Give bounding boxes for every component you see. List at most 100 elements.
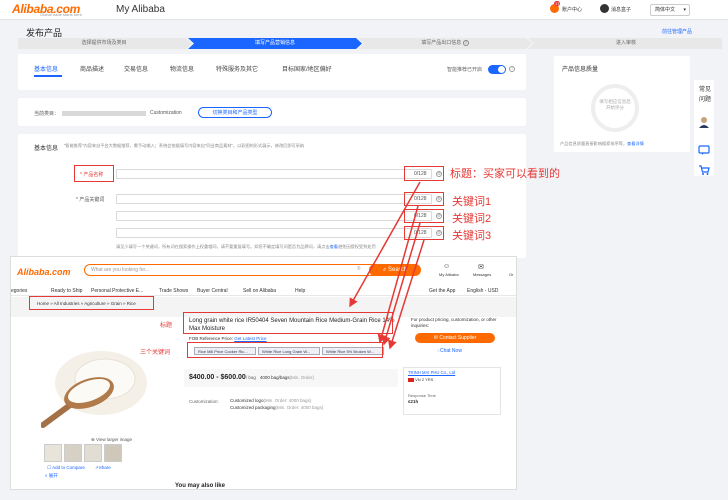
- thumbnail-3[interactable]: [84, 444, 102, 462]
- price-unit: / bag: [245, 375, 256, 380]
- keyword-label: * 产品关键词: [76, 197, 105, 203]
- annotation-preview-title: 标题: [160, 323, 173, 329]
- contact-supplier-button[interactable]: ✉ Contact Supplier: [415, 333, 495, 343]
- message-icon[interactable]: [600, 4, 609, 13]
- rice-spoon-image[interactable]: [41, 333, 151, 433]
- preview-orders[interactable]: Or: [509, 272, 513, 277]
- product-name-input[interactable]: [116, 169, 432, 179]
- nav-categories[interactable]: egories: [11, 288, 27, 294]
- annotation-box-name-count: [404, 166, 444, 181]
- annotation-box-kw3: [404, 226, 444, 240]
- quality-desc-text: 产品信息质量直接影响搜索排序等，: [560, 141, 628, 146]
- smart-recommend-toggle[interactable]: [488, 65, 506, 74]
- chat-now-link[interactable]: ◌Chat Now: [437, 348, 462, 354]
- help-icon: ?: [462, 39, 469, 46]
- share-link[interactable]: ↗Share: [95, 465, 111, 471]
- nav-sell[interactable]: Sell on Alibaba: [243, 288, 276, 294]
- progress-steps: 选择提供市场及类目 填写产品营销信息 填写产品出口信息 ? 进入审核: [18, 38, 722, 49]
- change-category-button[interactable]: 切换类目和产品类型: [198, 107, 272, 118]
- supplier-meta: VN 2 YRS: [408, 377, 433, 382]
- preview-nav-bar: egories Ready to Ship Personal Protectiv…: [11, 285, 516, 296]
- price-range: $400.00 - $600.00: [189, 374, 246, 381]
- annotation-kw2: 关键词2: [452, 213, 492, 225]
- preview-messages[interactable]: Messages: [473, 272, 491, 277]
- top-bar: Alibaba.com Global trade starts here. My…: [0, 0, 728, 20]
- thumbnail-4[interactable]: [104, 444, 122, 462]
- step-2: 填写产品营销信息: [254, 40, 295, 46]
- language-value: 简体中文: [655, 7, 676, 13]
- thumbnail-1[interactable]: [44, 444, 62, 462]
- quality-detail-link[interactable]: 查看详情: [627, 141, 644, 146]
- quality-placeholder: 填写相应信息后开始评分: [599, 99, 631, 110]
- add-compare-link[interactable]: ☐ Add to Compare: [47, 465, 85, 471]
- expand-label: 展开: [48, 473, 58, 478]
- nav-buyer-central[interactable]: Buyer Central: [197, 288, 228, 294]
- zoom-icon: ⊕: [91, 437, 95, 442]
- get-app-link[interactable]: Get the App: [429, 288, 455, 294]
- tab-logistics[interactable]: 物流信息: [170, 64, 194, 73]
- basic-info-notice: “智能推荐”内容来自平台大数据推荐，需手动输入；系统会依据填写内容来自“同业商品…: [64, 143, 305, 148]
- quality-desc: 产品信息质量直接影响搜索排序等，查看详情: [560, 141, 644, 147]
- message-box-link[interactable]: 消息盒子: [611, 6, 631, 13]
- tab-description[interactable]: 商品描述: [80, 64, 104, 73]
- nav-help[interactable]: Help: [295, 288, 305, 294]
- keyword-hint-link[interactable]: 查看: [330, 244, 338, 249]
- keyword-input-2[interactable]: [116, 211, 432, 221]
- tab-target-country[interactable]: 目标国家/地区偏好: [282, 64, 332, 73]
- add-compare-label: Add to Compare: [52, 465, 85, 470]
- fob-link[interactable]: Get Latest Price: [234, 336, 266, 341]
- annotation-box-preview-keywords: [187, 342, 383, 358]
- user-icon[interactable]: ☺: [443, 263, 450, 270]
- search-icon: ⌕: [382, 266, 387, 273]
- keyword-input-3[interactable]: [116, 228, 432, 238]
- nav-ready-to-ship[interactable]: Ready to Ship: [51, 288, 82, 294]
- preview-search-bar[interactable]: What are you looking for... ⌾ ⌕ Search: [84, 263, 421, 276]
- min-order-note: (Min. Order): [289, 375, 314, 380]
- min-order: 4000 bag/bags: [259, 375, 290, 380]
- price-row: $400.00 - $600.00/ bag 4000 bag/bags(Min.…: [189, 374, 314, 381]
- tab-basic-info[interactable]: 基本信息: [34, 64, 58, 73]
- response-time-label: Response Time: [408, 393, 436, 398]
- preview-search-input[interactable]: What are you looking for...: [91, 267, 149, 273]
- view-larger-link[interactable]: ⊕ View larger image: [91, 437, 132, 443]
- my-alibaba-title[interactable]: My Alibaba: [116, 4, 165, 15]
- preview-search-button[interactable]: ⌕ Search: [369, 263, 421, 276]
- nav-ppe[interactable]: Personal Protective E...: [91, 288, 143, 294]
- custom-logo-note: (Min. Order: 4000 bags): [263, 398, 312, 403]
- faq-label-2[interactable]: 问题: [699, 94, 711, 103]
- preview-my-alibaba[interactable]: My Alibaba: [439, 272, 459, 277]
- keyword-hint: 请至少填写一个关键词，所有词在搜索操作上权重相同，请不要重复填写。如您不确定填写…: [116, 244, 486, 250]
- custom-logo: Customized logo: [230, 398, 264, 403]
- assistant-avatar-icon[interactable]: [698, 116, 710, 128]
- language-select[interactable]: 简体中文 ▾: [650, 4, 690, 16]
- help-icon[interactable]: ?: [509, 66, 515, 72]
- chat-now-label: Chat Now: [439, 348, 462, 354]
- thumbnail-2[interactable]: [64, 444, 82, 462]
- nav-trade-shows[interactable]: Trade Shows: [159, 288, 188, 294]
- preview-logo: Alibaba.com: [17, 267, 71, 277]
- manage-products-link[interactable]: 前往管理产品: [662, 28, 692, 35]
- annotation-box-kw2: [404, 209, 444, 223]
- expand-link[interactable]: ⌕ 展开: [45, 473, 58, 479]
- cart-icon[interactable]: [698, 164, 710, 176]
- message-icon[interactable]: ✉: [478, 263, 484, 271]
- category-label: 当前类目：: [34, 111, 60, 117]
- tab-trade-info[interactable]: 交易信息: [124, 64, 148, 73]
- keyword-input-1[interactable]: [116, 194, 432, 204]
- basic-info-heading: 基本信息: [34, 146, 59, 152]
- search-icon: ⌕: [45, 473, 48, 478]
- custom-logo-row: Customized logo(Min. Order: 4000 bags): [230, 398, 311, 403]
- supplier-name[interactable]: TRINH MAI PHU Co., Ltd: [408, 370, 455, 375]
- custom-pack: Customized packaging: [230, 405, 276, 410]
- tab-special-services[interactable]: 特殊服务及其它: [216, 64, 258, 73]
- lang-currency-select[interactable]: English - USD: [467, 288, 498, 294]
- vietnam-flag-icon: [408, 377, 414, 382]
- contact-button-label: Contact Supplier: [439, 335, 477, 341]
- account-center-link[interactable]: 账户中心: [562, 6, 582, 13]
- logo-tagline: Global trade starts here.: [40, 12, 83, 17]
- faq-label-1[interactable]: 常见: [699, 84, 711, 93]
- feedback-icon[interactable]: [698, 144, 710, 156]
- camera-icon[interactable]: ⌾: [357, 266, 361, 273]
- fob-price-row: FOB Reference Price: Get Latest Price: [189, 336, 267, 341]
- may-also-like-heading: You may also like: [175, 483, 225, 489]
